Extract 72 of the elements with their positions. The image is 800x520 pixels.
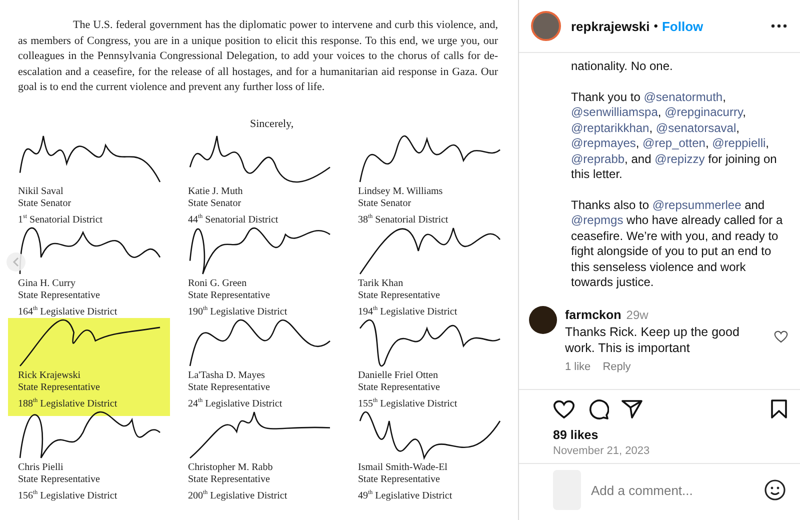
signatory-title: State Representative — [18, 290, 100, 302]
signatory-title: State Representative — [358, 290, 440, 302]
mention-link[interactable]: @repizzy — [654, 152, 705, 166]
letter-closing: Sincerely, — [250, 118, 294, 130]
caption-paragraph: Thanks also to @repsummerlee and @repmgs who have already called for a ceasefire. We’re with you, and ready to fight alongside of you to put an end to this senseless violence and work towards justice. — [571, 198, 784, 290]
signatory-district: 188$^{th}$ Legislative District — [18, 396, 118, 410]
signatory-district: 155$^{th}$ Legislative District — [358, 396, 458, 410]
signatory-title: State Representative — [188, 382, 270, 394]
signatory-name: Nikil Saval — [18, 186, 64, 198]
comment-icon[interactable] — [587, 398, 609, 420]
signatory-name: Danielle Friel Otten — [358, 370, 438, 382]
signatory-name: Lindsey M. Williams — [358, 186, 443, 198]
comment-time: 29w — [626, 308, 648, 322]
signatory-district: 38$^{th}$ Senatorial District — [358, 212, 448, 226]
mention-link[interactable]: @repmgs — [571, 213, 624, 227]
signatory-district: 49$^{th}$ Legislative District — [358, 488, 452, 502]
avatar[interactable] — [531, 11, 561, 41]
signatory-name: Tarik Khan — [358, 278, 404, 290]
signatory-district: 44$^{th}$ Senatorial District — [188, 212, 278, 226]
signatory-name: Katie J. Muth — [188, 186, 243, 198]
mention-link[interactable]: @reppielli — [712, 136, 766, 150]
signatory-title: State Representative — [18, 474, 100, 486]
mention-link[interactable]: @repmayes — [571, 136, 636, 150]
signatory-title: State Representative — [18, 382, 100, 394]
share-icon[interactable] — [621, 399, 643, 419]
comment-input[interactable]: Add a comment... — [589, 482, 756, 498]
signatory-name: Christopher M. Rabb — [188, 462, 273, 474]
signatory-title: State Representative — [358, 474, 440, 486]
heart-icon[interactable] — [553, 399, 575, 419]
signatory-district: 200$^{th}$ Legislative District — [188, 488, 288, 502]
username-link[interactable]: repkrajewski — [571, 18, 650, 34]
signatory-name: Roni G. Green — [188, 278, 247, 290]
caption-paragraph: Thank you to @senatormuth, @senwilliamspa, @repginacurry, @reptarikkhan, @senatorsaval, @repmayes, @rep_otten, @reppielli, @reprabb, and @repizzy for joining on this letter. — [571, 90, 778, 182]
signatory-title: State Senator — [358, 198, 412, 210]
caption-paragraph: nationality. No one. — [571, 59, 674, 74]
signatory-name: La'Tasha D. Mayes — [188, 370, 265, 382]
letter-paragraph: The U.S. federal government has the diplomatic power to intervene and curb this violence, and, as members of Congress, you are in a unique position to elicit this response. To this end, we urge you, our colleagues in the Pennsylvania Congressional Delegation, to add your voices to the chorus of calls for de-escalation and a ceasefire, for the release of all hostages, and for a humanitarian aid response in Gaza. Our goal is to end the current violence and prevent any further loss of life. — [18, 18, 498, 95]
comment-likes[interactable]: 1 like — [565, 360, 591, 372]
mention-link[interactable]: @reptarikkhan — [571, 120, 650, 134]
comment-text: Thanks Rick. Keep up the good work. This is important — [565, 324, 740, 356]
reply-link[interactable]: Reply — [602, 360, 631, 372]
signatory-name: Chris Pielli — [18, 462, 64, 474]
avatar[interactable] — [529, 306, 557, 334]
signatory-district: 156$^{th}$ Legislative District — [18, 488, 118, 502]
signatory-name: Rick Krajewski — [18, 370, 80, 382]
signatory-district: 194$^{th}$ Legislative District — [358, 304, 458, 318]
mention-link[interactable]: @senatorsaval — [656, 120, 736, 134]
bookmark-icon[interactable] — [770, 399, 788, 419]
mention-link[interactable]: @reprabb — [571, 152, 625, 166]
signatory-title: State Representative — [188, 290, 270, 302]
likes-count[interactable]: 89 likes — [553, 428, 598, 442]
signatory-district: 1$^{st}$ Senatorial District — [18, 212, 103, 226]
comment-username[interactable]: farmckon — [565, 308, 622, 322]
signatory-title: State Representative — [358, 382, 440, 394]
heart-icon[interactable] — [774, 330, 788, 342]
signatory-district: 190$^{th}$ Legislative District — [188, 304, 288, 318]
mention-link[interactable]: @repsummerlee — [652, 198, 742, 212]
emoji-icon[interactable] — [764, 479, 786, 501]
signatory-title: State Senator — [18, 198, 72, 210]
post-date: November 21, 2023 — [553, 445, 650, 457]
more-options-icon[interactable] — [770, 24, 788, 28]
signatory-district: 24$^{th}$ Legislative District — [188, 396, 282, 410]
signatory-title: State Senator — [188, 198, 242, 210]
signatory-title: State Representative — [188, 474, 270, 486]
mention-link[interactable]: @senatormuth — [644, 90, 723, 104]
mention-link[interactable]: @senwilliamspa — [571, 105, 658, 119]
mention-link[interactable]: @repginacurry — [664, 105, 743, 119]
signatory-name: Ismail Smith-Wade-El — [358, 462, 448, 474]
mention-link[interactable]: @rep_otten — [642, 136, 706, 150]
signatory-district: 164$^{th}$ Legislative District — [18, 304, 118, 318]
signatory-name: Gina H. Curry — [18, 278, 76, 290]
separator-dot: • — [654, 19, 658, 33]
